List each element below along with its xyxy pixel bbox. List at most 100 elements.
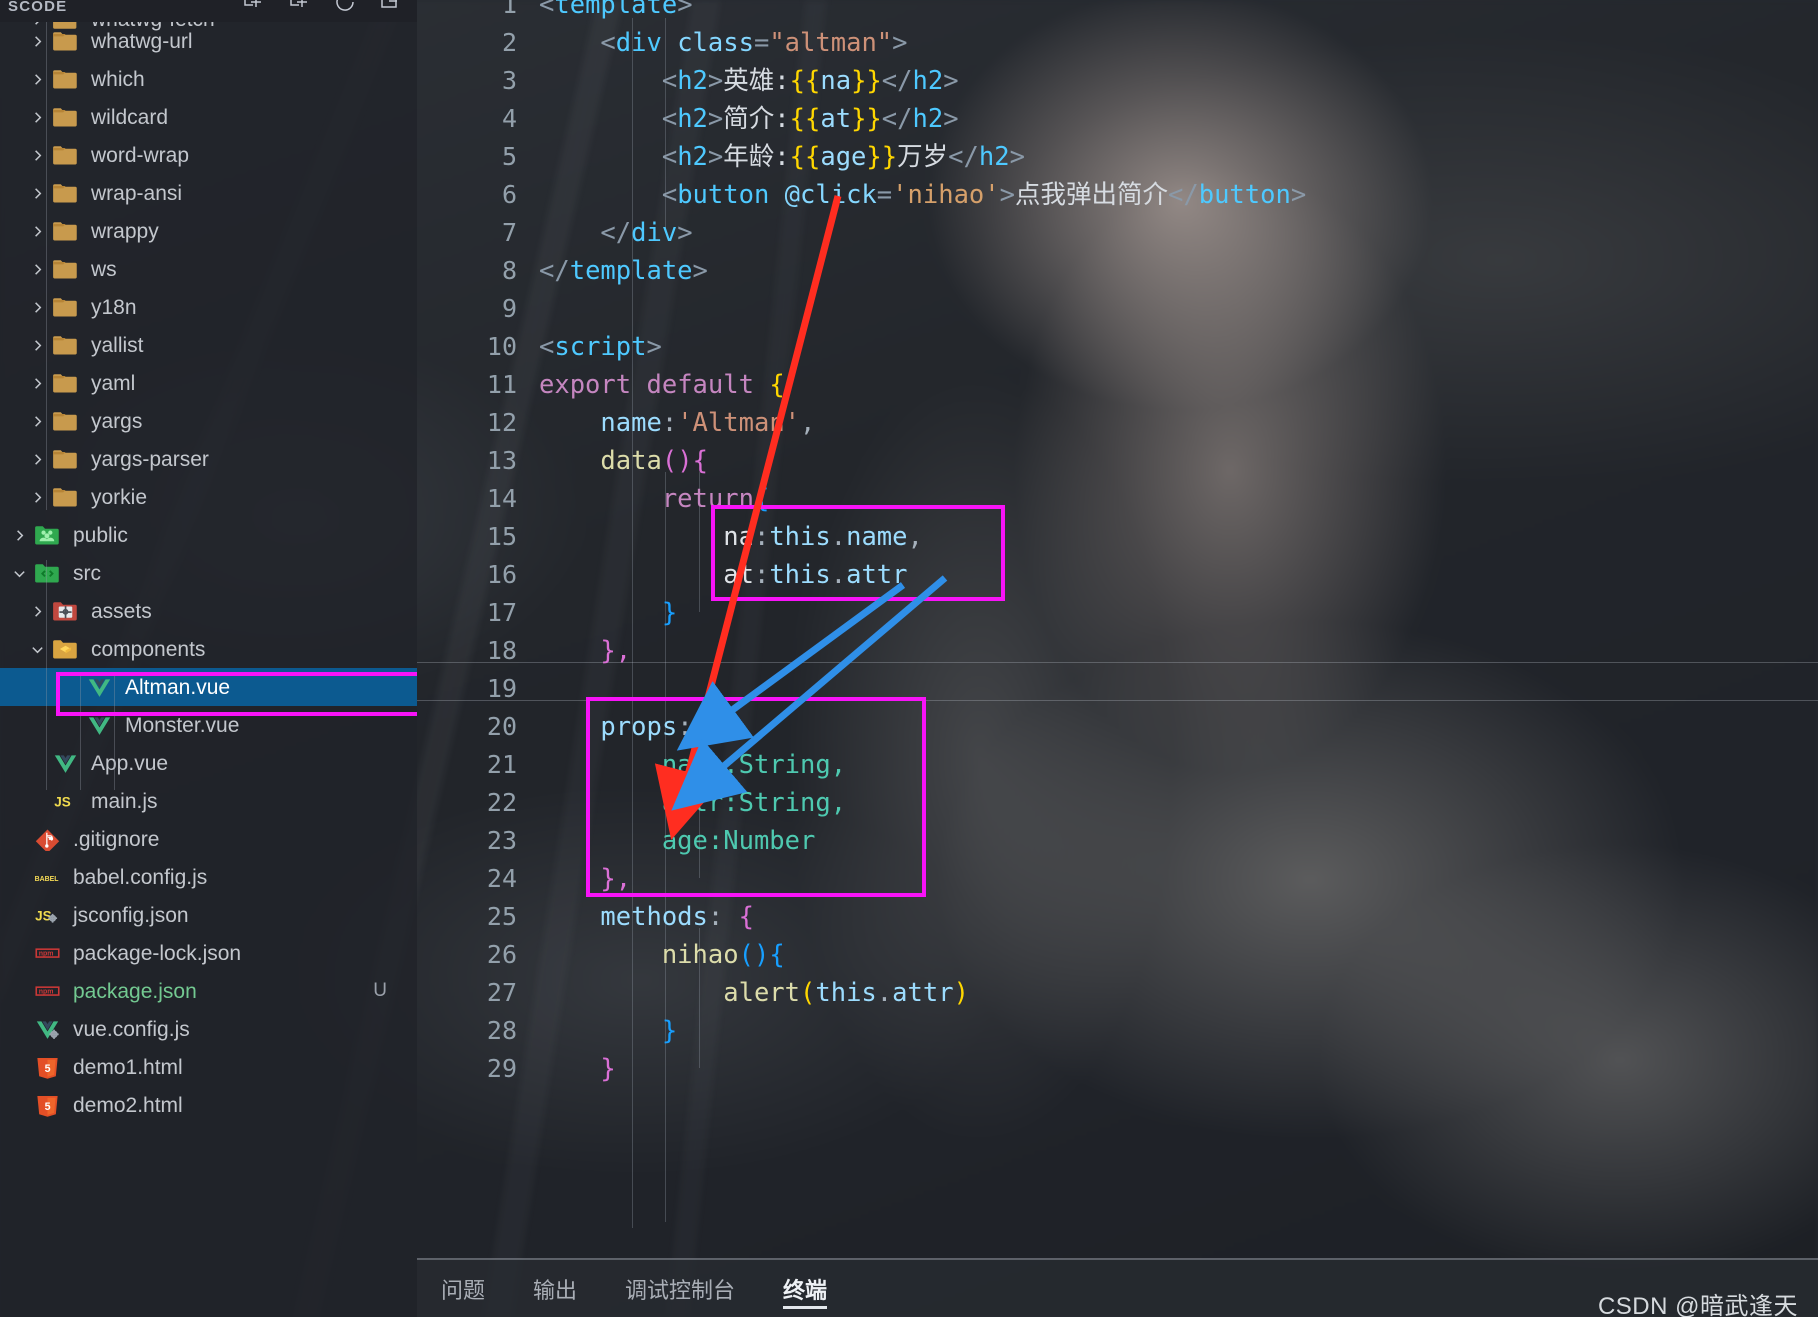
refresh-icon[interactable] xyxy=(333,0,357,14)
tree-item-monster-vue[interactable]: Monster.vue xyxy=(0,706,417,744)
git-status-badge: U xyxy=(373,980,387,1001)
tree-item-label: demo2.html xyxy=(73,1093,183,1117)
code-content[interactable]: 1 <template> 2 <div class="altman"> 3 <h2… xyxy=(417,0,1306,1088)
components-folder-icon xyxy=(50,637,80,661)
code-line[interactable]: 2 <div class="altman"> xyxy=(417,24,1306,62)
folder-icon xyxy=(50,333,80,357)
line-number: 27 xyxy=(486,978,517,1007)
tree-item-whatwg-url[interactable]: whatwg-url xyxy=(0,22,417,60)
vue-file-icon xyxy=(84,713,114,737)
code-line[interactable]: 9 xyxy=(417,290,1306,328)
tree-item-label: assets xyxy=(91,599,152,623)
line-number: 1 xyxy=(501,0,517,19)
line-number: 9 xyxy=(501,294,517,323)
tree-item-label: App.vue xyxy=(91,751,169,775)
tree-item-wrappy[interactable]: wrappy xyxy=(0,212,417,250)
code-editor[interactable]: 1 <template> 2 <div class="altman"> 3 <h2… xyxy=(417,0,1818,1259)
tree-item-yargs[interactable]: yargs xyxy=(0,402,417,440)
tree-item-jsconfig-json[interactable]: JS jsconfig.json xyxy=(0,896,417,934)
tree-item-which[interactable]: which xyxy=(0,60,417,98)
panel-tab-1[interactable]: 输出 xyxy=(509,1260,601,1317)
code-line[interactable]: 10 <script> xyxy=(417,328,1306,366)
tree-item-yorkie[interactable]: yorkie xyxy=(0,478,417,516)
tree-item-assets[interactable]: assets xyxy=(0,592,417,630)
tree-item-main-js[interactable]: JS main.js xyxy=(0,782,417,820)
line-number: 15 xyxy=(486,522,517,551)
explorer-header: SCODE xyxy=(0,0,417,22)
tree-item-src[interactable]: src xyxy=(0,554,417,592)
indent-guide xyxy=(80,674,81,790)
line-number: 28 xyxy=(486,1016,517,1045)
code-line[interactable]: 25 methods: { xyxy=(417,898,1306,936)
code-line[interactable]: 13 data(){ xyxy=(417,442,1306,480)
tree-item-altman-vue[interactable]: Altman.vue xyxy=(0,668,417,706)
tree-item-components[interactable]: components xyxy=(0,630,417,668)
code-line[interactable]: 22 attr:String, xyxy=(417,784,1306,822)
code-line[interactable]: 18 }, xyxy=(417,632,1306,670)
tree-item-spacer xyxy=(6,858,32,896)
code-line[interactable]: 24 }, xyxy=(417,860,1306,898)
folder-icon xyxy=(50,371,80,395)
code-line[interactable]: 27 alert(this.attr) xyxy=(417,974,1306,1012)
tree-item-demo1-html[interactable]: 5 demo1.html xyxy=(0,1048,417,1086)
code-line[interactable]: 21 name:String, xyxy=(417,746,1306,784)
line-number: 5 xyxy=(501,142,517,171)
code-line[interactable]: 20 props:{ xyxy=(417,708,1306,746)
tree-item-ws[interactable]: ws xyxy=(0,250,417,288)
tree-item-yallist[interactable]: yallist xyxy=(0,326,417,364)
code-line[interactable]: 23 age:Number xyxy=(417,822,1306,860)
html5-file-icon: 5 xyxy=(32,1093,62,1117)
tree-item-spacer xyxy=(6,934,32,972)
panel-tab-2[interactable]: 调试控制台 xyxy=(601,1260,759,1317)
tree-item-yargs-parser[interactable]: yargs-parser xyxy=(0,440,417,478)
panel-tab-3[interactable]: 终端 xyxy=(759,1260,851,1317)
tree-item-wrap-ansi[interactable]: wrap-ansi xyxy=(0,174,417,212)
code-line[interactable]: 28 } xyxy=(417,1012,1306,1050)
code-line[interactable]: 6 <button @click='nihao'>点我弹出简介</button> xyxy=(417,176,1306,214)
explorer-actions xyxy=(241,0,403,14)
code-line[interactable]: 12 name:'Altman', xyxy=(417,404,1306,442)
chevron-right-icon[interactable] xyxy=(6,516,32,554)
tree-item-vue-config-js[interactable]: vue.config.js xyxy=(0,1010,417,1048)
tree-item-package-lock-json[interactable]: npm package-lock.json xyxy=(0,934,417,972)
code-line[interactable]: 1 <template> xyxy=(417,0,1306,24)
indent-guide xyxy=(46,560,47,790)
collapse-all-icon[interactable] xyxy=(379,0,403,14)
code-line[interactable]: 3 <h2>英雄:{{na}}</h2> xyxy=(417,62,1306,100)
code-line[interactable]: 26 nihao(){ xyxy=(417,936,1306,974)
line-number: 21 xyxy=(486,750,517,779)
code-line[interactable]: 16 at:this.attr xyxy=(417,556,1306,594)
code-line[interactable]: 8 </template> xyxy=(417,252,1306,290)
folder-icon xyxy=(50,105,80,129)
explorer-title: SCODE xyxy=(8,0,68,15)
tree-item-app-vue[interactable]: App.vue xyxy=(0,744,417,782)
tree-item-wildcard[interactable]: wildcard xyxy=(0,98,417,136)
tree-item-y18n[interactable]: y18n xyxy=(0,288,417,326)
code-line[interactable]: 19 xyxy=(417,670,1306,708)
code-line[interactable]: 14 return{ xyxy=(417,480,1306,518)
code-line[interactable]: 11 export default { xyxy=(417,366,1306,404)
tree-item-yaml[interactable]: yaml xyxy=(0,364,417,402)
tree-item-gitignore[interactable]: .gitignore xyxy=(0,820,417,858)
tree-item-babel-config-js[interactable]: BABEL babel.config.js xyxy=(0,858,417,896)
code-line[interactable]: 5 <h2>年龄:{{age}}万岁</h2> xyxy=(417,138,1306,176)
tree-item-public[interactable]: public xyxy=(0,516,417,554)
panel-tab-0[interactable]: 问题 xyxy=(417,1260,509,1317)
code-line[interactable]: 7 </div> xyxy=(417,214,1306,252)
code-line[interactable]: 4 <h2>简介:{{at}}</h2> xyxy=(417,100,1306,138)
tree-item-label: src xyxy=(73,561,101,585)
svg-text:JS: JS xyxy=(35,909,52,924)
code-line[interactable]: 17 } xyxy=(417,594,1306,632)
code-line[interactable]: 29 } xyxy=(417,1050,1306,1088)
code-line[interactable]: 15 na:this.name, xyxy=(417,518,1306,556)
folder-icon xyxy=(50,447,80,471)
tree-item-package-json[interactable]: npm package.json U xyxy=(0,972,417,1010)
new-folder-icon[interactable] xyxy=(287,0,311,14)
tree-item-demo2-html[interactable]: 5 demo2.html xyxy=(0,1086,417,1124)
tree-item-label: components xyxy=(91,637,206,661)
chevron-down-icon[interactable] xyxy=(6,554,32,592)
tree-item-word-wrap[interactable]: word-wrap xyxy=(0,136,417,174)
tree-item-label: babel.config.js xyxy=(73,865,208,889)
tree-item-label: word-wrap xyxy=(91,143,190,167)
new-file-icon[interactable] xyxy=(241,0,265,14)
